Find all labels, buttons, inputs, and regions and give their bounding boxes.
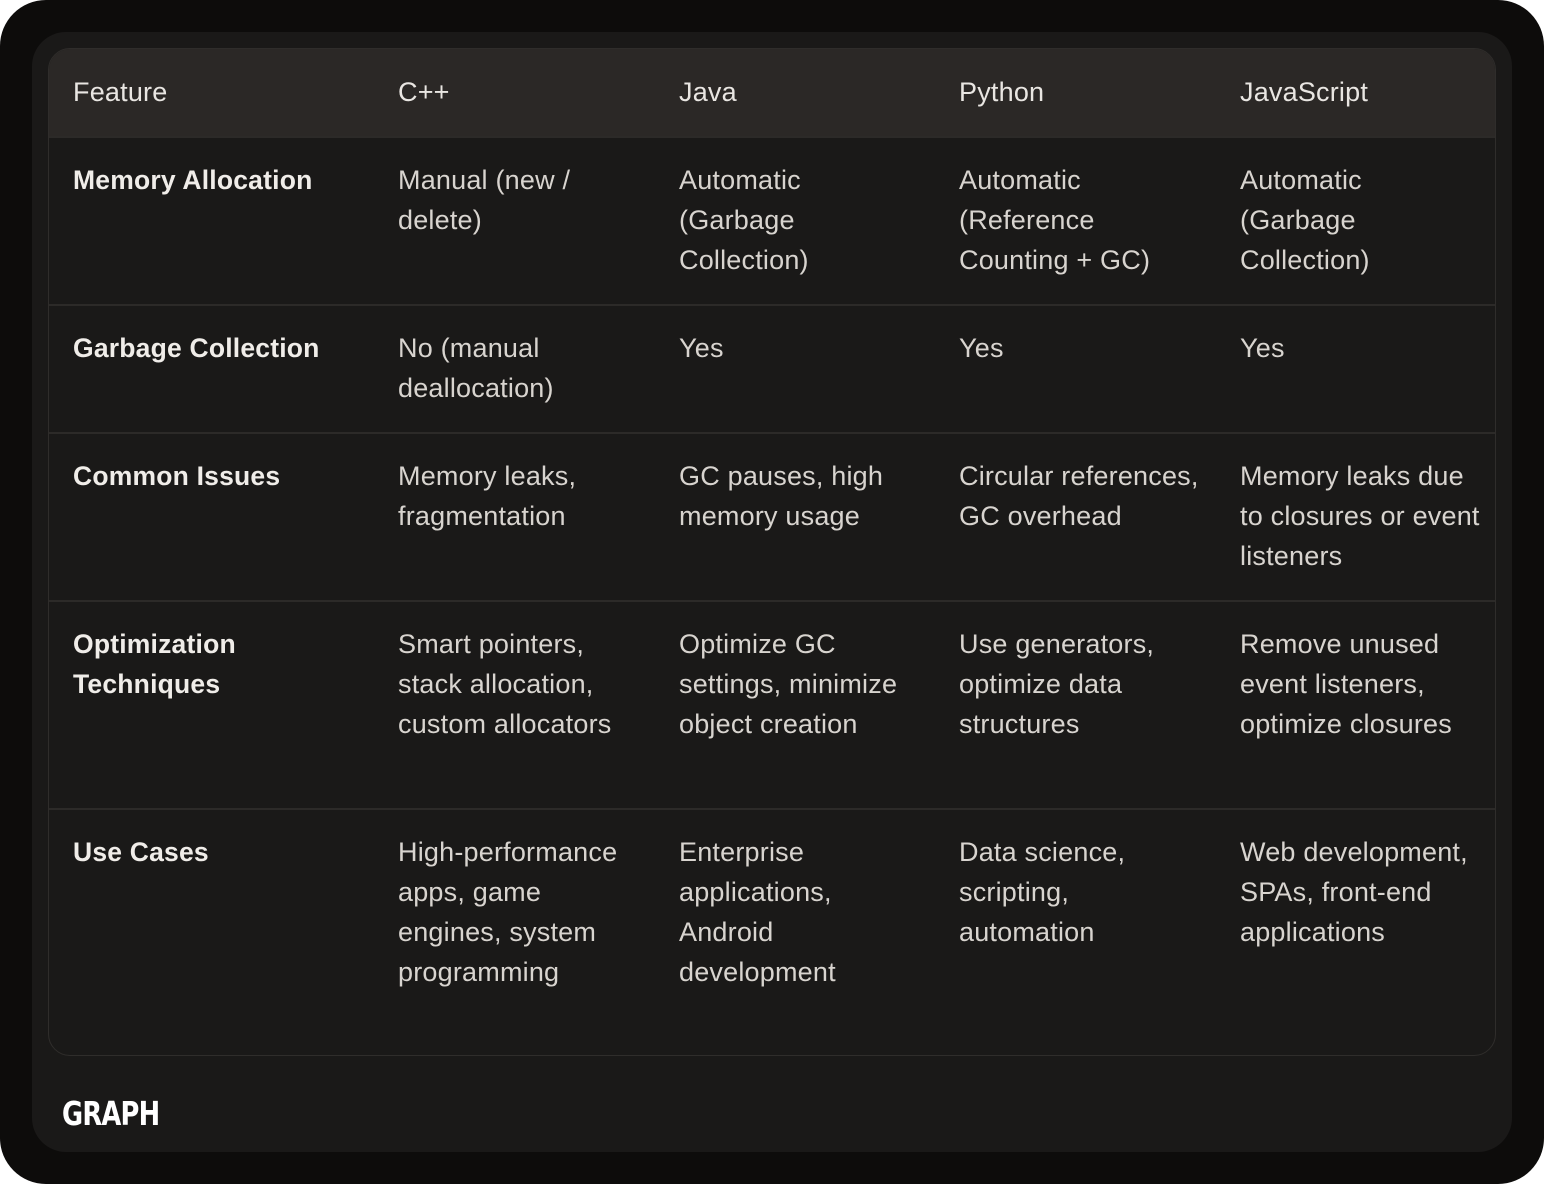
table-cell: Use generators, optimize data structures (959, 629, 1155, 739)
content-panel: Feature C++ Java Python JavaScript Memor… (32, 32, 1512, 1152)
row-feature-label: Optimization Techniques (73, 629, 236, 699)
table-header-row: Feature C++ Java Python JavaScript (49, 49, 1495, 137)
header-python: Python (959, 77, 1045, 107)
header-feature: Feature (73, 77, 168, 107)
table-row: Optimization Techniques Smart pointers, … (49, 601, 1495, 809)
table-cell: Circular references, GC overhead (959, 461, 1199, 531)
table-cell: Enterprise applications, Android develop… (679, 837, 836, 987)
table-cell: No (manual deallocation) (398, 333, 554, 403)
row-feature-label: Common Issues (73, 461, 281, 491)
comparison-table: Feature C++ Java Python JavaScript Memor… (49, 49, 1495, 1055)
table-row: Use Cases High-performance apps, game en… (49, 809, 1495, 1055)
table-cell: Data science, scripting, automation (959, 837, 1126, 947)
header-javascript: JavaScript (1240, 77, 1369, 107)
table-cell: GC pauses, high memory usage (679, 461, 884, 531)
table-row: Common Issues Memory leaks, fragmentatio… (49, 433, 1495, 601)
outer-frame: Feature C++ Java Python JavaScript Memor… (0, 0, 1544, 1184)
comparison-table-card: Feature C++ Java Python JavaScript Memor… (48, 48, 1496, 1056)
row-feature-label: Garbage Collection (73, 333, 320, 363)
table-cell: Manual (new / delete) (398, 165, 571, 235)
table-cell: Web development, SPAs, front-end applica… (1240, 837, 1468, 947)
table-cell: Memory leaks, fragmentation (398, 461, 577, 531)
table-cell: Automatic (Garbage Collection) (679, 165, 809, 275)
row-feature-label: Memory Allocation (73, 165, 313, 195)
table-cell: Optimize GC settings, minimize object cr… (679, 629, 898, 739)
table-row: Memory Allocation Manual (new / delete) … (49, 137, 1495, 305)
table-cell: Yes (679, 333, 724, 363)
table-cell: Remove unused event listeners, optimize … (1240, 629, 1452, 739)
table-cell: Yes (959, 333, 1004, 363)
row-feature-label: Use Cases (73, 837, 209, 867)
header-cpp: C++ (398, 77, 450, 107)
header-java: Java (679, 77, 737, 107)
table-row: Garbage Collection No (manual deallocati… (49, 305, 1495, 433)
table-cell: Automatic (Garbage Collection) (1240, 165, 1370, 275)
table-cell: High-performance apps, game engines, sys… (398, 837, 618, 987)
graph-logo: GRAPH (62, 1094, 160, 1133)
table-cell: Automatic (Reference Counting + GC) (959, 165, 1151, 275)
table-cell: Yes (1240, 333, 1285, 363)
table-cell: Memory leaks due to closures or event li… (1240, 461, 1480, 571)
table-cell: Smart pointers, stack allocation, custom… (398, 629, 612, 739)
